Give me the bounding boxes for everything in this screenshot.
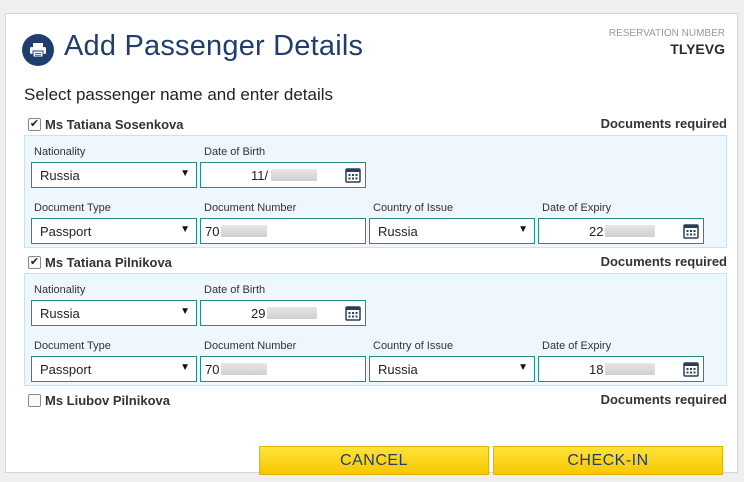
- nationality-select[interactable]: Russia ▼: [31, 162, 197, 188]
- document-type-select[interactable]: Passport ▼: [31, 356, 197, 382]
- instructions-text: Select passenger name and enter details: [24, 85, 334, 104]
- date-of-expiry-value: 22: [589, 224, 604, 239]
- date-of-expiry-label: Date of Expiry: [542, 202, 612, 214]
- date-of-birth-value: 11/: [251, 168, 269, 183]
- calendar-icon[interactable]: [345, 305, 361, 321]
- document-type-value: Passport: [40, 224, 92, 239]
- redacted-value: [271, 169, 317, 181]
- document-number-field[interactable]: 70: [200, 356, 366, 382]
- documents-required-status: Documents required: [600, 254, 727, 269]
- redacted-value: [221, 363, 267, 375]
- document-number-label: Document Number: [204, 340, 297, 352]
- passenger-details-panel: Nationality Date of Birth Russia ▼ 11/ D…: [24, 135, 727, 248]
- date-of-expiry-field[interactable]: 18: [538, 356, 704, 382]
- passenger-checkbox[interactable]: [28, 394, 41, 407]
- dialog-title: Add Passenger Details: [64, 30, 364, 62]
- nationality-label: Nationality: [34, 146, 86, 158]
- document-number-value: 70: [205, 362, 220, 377]
- documents-required-status: Documents required: [600, 392, 727, 407]
- passenger-name: Ms Liubov Pilnikova: [45, 393, 170, 408]
- passenger-checkbox[interactable]: ✔: [28, 118, 41, 131]
- passenger-row-pilnikova-tatiana: ✔ Ms Tatiana Pilnikova Documents require…: [24, 254, 727, 272]
- add-passenger-dialog: Add Passenger Details RESERVATION NUMBER…: [5, 13, 738, 475]
- date-of-expiry-field[interactable]: 22: [538, 218, 704, 244]
- country-of-issue-select[interactable]: Russia ▼: [369, 218, 535, 244]
- document-type-label: Document Type: [34, 202, 111, 214]
- reservation-number: TLYEVG: [670, 41, 725, 57]
- document-number-value: 70: [205, 224, 220, 239]
- date-of-birth-value: 29: [251, 306, 266, 321]
- dropdown-arrow-icon: ▼: [180, 168, 190, 179]
- document-number-field[interactable]: 70: [200, 218, 366, 244]
- nationality-select[interactable]: Russia ▼: [31, 300, 197, 326]
- passenger-row-sosenkova: ✔ Ms Tatiana Sosenkova Documents require…: [24, 116, 727, 134]
- passenger-name: Ms Tatiana Sosenkova: [45, 117, 184, 132]
- dropdown-arrow-icon: ▼: [180, 306, 190, 317]
- document-type-select[interactable]: Passport ▼: [31, 218, 197, 244]
- country-of-issue-label: Country of Issue: [373, 340, 454, 352]
- date-of-expiry-label: Date of Expiry: [542, 340, 612, 352]
- country-of-issue-label: Country of Issue: [373, 202, 454, 214]
- dropdown-arrow-icon: ▼: [180, 224, 190, 235]
- country-of-issue-value: Russia: [378, 362, 418, 377]
- document-number-label: Document Number: [204, 202, 297, 214]
- country-of-issue-value: Russia: [378, 224, 418, 239]
- date-of-birth-field[interactable]: 11/: [200, 162, 366, 188]
- passenger-name: Ms Tatiana Pilnikova: [45, 255, 172, 270]
- cancel-button[interactable]: CANCEL: [259, 446, 489, 475]
- dropdown-arrow-icon: ▼: [518, 362, 528, 373]
- document-type-label: Document Type: [34, 340, 111, 352]
- passenger-details-panel: Nationality Date of Birth Russia ▼ 29 Do…: [24, 273, 727, 386]
- date-of-birth-field[interactable]: 29: [200, 300, 366, 326]
- dropdown-arrow-icon: ▼: [180, 362, 190, 373]
- nationality-value: Russia: [40, 306, 80, 321]
- redacted-value: [221, 225, 267, 237]
- calendar-icon[interactable]: [345, 167, 361, 183]
- documents-required-status: Documents required: [600, 116, 727, 131]
- dropdown-arrow-icon: ▼: [518, 224, 528, 235]
- country-of-issue-select[interactable]: Russia ▼: [369, 356, 535, 382]
- passenger-row-pilnikova-liubov: Ms Liubov Pilnikova Documents required: [24, 392, 727, 410]
- calendar-icon[interactable]: [683, 223, 699, 239]
- passenger-checkbox[interactable]: ✔: [28, 256, 41, 269]
- document-type-value: Passport: [40, 362, 92, 377]
- reservation-number-label: RESERVATION NUMBER: [608, 28, 725, 39]
- check-in-button[interactable]: CHECK-IN: [493, 446, 723, 475]
- calendar-icon[interactable]: [683, 361, 699, 377]
- date-of-birth-label: Date of Birth: [204, 284, 266, 296]
- redacted-value: [605, 225, 655, 237]
- redacted-value: [605, 363, 655, 375]
- date-of-birth-label: Date of Birth: [204, 146, 266, 158]
- nationality-value: Russia: [40, 168, 80, 183]
- printer-icon: [22, 34, 54, 66]
- date-of-expiry-value: 18: [589, 362, 604, 377]
- redacted-value: [267, 307, 317, 319]
- nationality-label: Nationality: [34, 284, 86, 296]
